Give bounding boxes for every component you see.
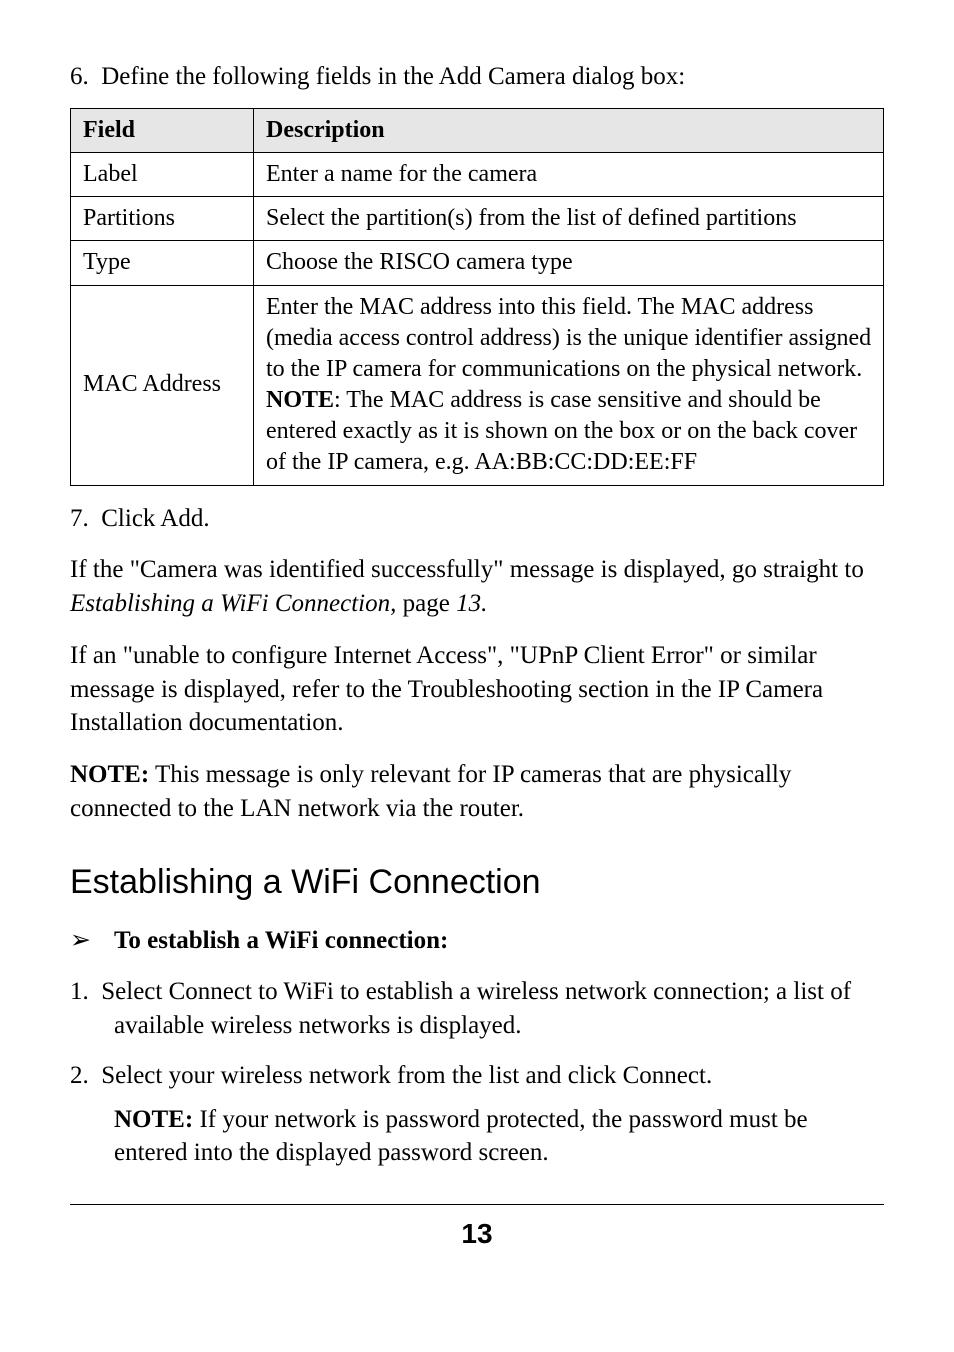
cell-field: MAC Address: [71, 285, 254, 485]
cell-desc: Enter a name for the camera: [254, 152, 884, 196]
step-7: 7. Click Add.: [70, 502, 884, 536]
wifi-step-1-num: 1.: [70, 978, 89, 1005]
para-success-page-label: page: [396, 590, 456, 617]
wifi-step-1-text: Select Connect to WiFi to establish a wi…: [101, 978, 851, 1039]
table-row: Label Enter a name for the camera: [71, 152, 884, 196]
table-row: MAC Address Enter the MAC address into t…: [71, 285, 884, 485]
para-success-page-num: 13.: [456, 590, 487, 617]
wifi-step-2: 2. Select your wireless network from the…: [70, 1059, 884, 1170]
step-6-text: Define the following fields in the Add C…: [101, 63, 685, 90]
note-router-label: NOTE:: [70, 761, 149, 788]
wifi-bullet: ➢To establish a WiFi connection:: [70, 924, 884, 958]
wifi-step-2-note: NOTE: If your network is password protec…: [114, 1103, 884, 1171]
step-6-num: 6.: [70, 63, 89, 90]
wifi-step-2-num: 2.: [70, 1062, 89, 1089]
note-router: NOTE: This message is only relevant for …: [70, 758, 884, 826]
heading-wifi: Establishing a WiFi Connection: [70, 860, 884, 906]
wifi-bullet-text: To establish a WiFi connection:: [114, 927, 448, 954]
mac-desc-pre: Enter the MAC address into this field. T…: [266, 294, 871, 382]
para-success-link: Establishing a WiFi Connection,: [70, 590, 396, 617]
cell-desc: Choose the RISCO camera type: [254, 241, 884, 285]
wifi-step-2-note-label: NOTE:: [114, 1106, 193, 1133]
note-router-text: This message is only relevant for IP cam…: [70, 761, 791, 822]
step-7-num: 7.: [70, 505, 89, 532]
table-row: Partitions Select the partition(s) from …: [71, 197, 884, 241]
cell-desc: Select the partition(s) from the list of…: [254, 197, 884, 241]
mac-desc-post: : The MAC address is case sensitive and …: [266, 387, 857, 475]
wifi-step-2-text: Select your wireless network from the li…: [101, 1062, 712, 1089]
wifi-step-2-note-text: If your network is password protected, t…: [114, 1106, 808, 1167]
th-field: Field: [71, 108, 254, 152]
cell-field: Label: [71, 152, 254, 196]
page-number: 13: [70, 1215, 884, 1253]
footer-rule: [70, 1204, 884, 1205]
mac-note-label: NOTE: [266, 387, 334, 413]
para-unable: If an "unable to configure Internet Acce…: [70, 639, 884, 740]
arrow-icon: ➢: [70, 924, 114, 958]
step-7-text: Click Add.: [101, 505, 209, 532]
cell-field: Type: [71, 241, 254, 285]
cell-field: Partitions: [71, 197, 254, 241]
para-success: If the "Camera was identified successful…: [70, 553, 884, 621]
cell-desc-mac: Enter the MAC address into this field. T…: [254, 285, 884, 485]
para-success-pre: If the "Camera was identified successful…: [70, 556, 864, 583]
table-row: Type Choose the RISCO camera type: [71, 241, 884, 285]
wifi-step-1: 1. Select Connect to WiFi to establish a…: [70, 975, 884, 1043]
step-6: 6. Define the following fields in the Ad…: [70, 60, 884, 94]
th-desc: Description: [254, 108, 884, 152]
field-definition-table: Field Description Label Enter a name for…: [70, 108, 884, 486]
